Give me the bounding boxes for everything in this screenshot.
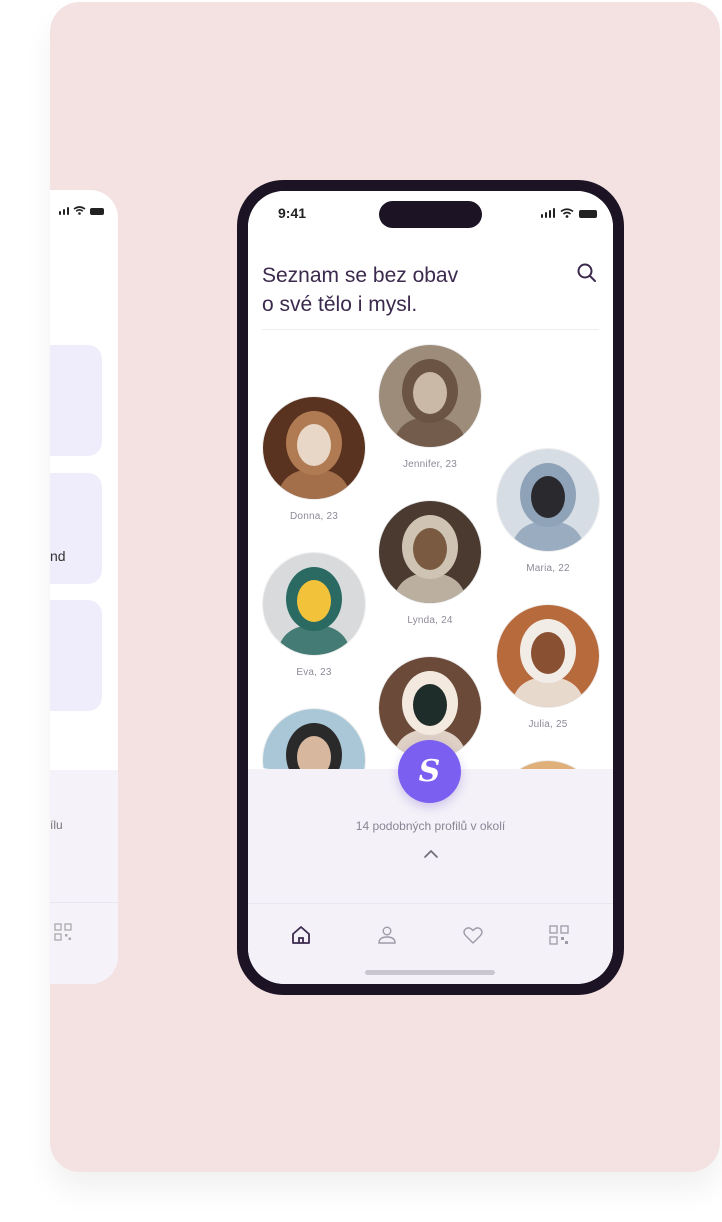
profile-card-julia[interactable]: Julia, 25 — [496, 604, 600, 730]
qr-icon[interactable] — [547, 923, 571, 947]
profile-photo — [497, 605, 599, 707]
nearby-count-text: 14 podobných profilů v okolí — [355, 819, 506, 833]
avatar — [262, 396, 366, 500]
home-indicator — [365, 970, 495, 975]
search-icon[interactable] — [575, 261, 599, 285]
profile-photo — [497, 761, 599, 769]
chevron-up-icon[interactable] — [422, 848, 440, 860]
header-divider — [262, 329, 599, 330]
wifi-icon — [73, 206, 86, 215]
title-line-2: o své tělo i mysl. — [262, 293, 418, 316]
profile-name: Donna, 23 — [290, 511, 338, 522]
phone-frame: 9:41 Seznam se bez obav o své tělo i mys… — [237, 180, 624, 995]
left-card-1[interactable] — [50, 345, 102, 456]
profile-name: Jennifer, 23 — [402, 459, 458, 470]
avatar — [378, 500, 482, 604]
profile-card-9[interactable] — [496, 760, 600, 769]
dynamic-island — [379, 201, 482, 228]
left-nav-divider — [50, 902, 118, 903]
profile-card-8[interactable] — [262, 708, 366, 769]
profile-photo — [263, 709, 365, 769]
profile-card-maria[interactable]: Maria, 22 — [496, 448, 600, 574]
heart-icon[interactable] — [461, 923, 485, 947]
qr-icon[interactable] — [54, 923, 72, 941]
title-line-1: Seznam se bez obav — [262, 264, 459, 287]
battery-icon — [90, 208, 104, 215]
profile-name: Eva, 23 — [296, 667, 332, 678]
bottom-nav — [248, 915, 613, 955]
profile-photo — [379, 501, 481, 603]
nav-divider — [248, 903, 613, 904]
profile-photo — [497, 449, 599, 551]
profile-card-eva[interactable]: Eva, 23 — [262, 552, 366, 678]
page-title: Seznam se bez obav o své tělo i mysl. — [262, 261, 522, 319]
signal-icon — [541, 208, 555, 218]
avatar — [262, 708, 366, 769]
logo-button[interactable]: S — [398, 740, 461, 803]
profile-card-jennifer[interactable]: Jennifer, 23 — [378, 344, 482, 470]
left-card-text: nd — [50, 548, 66, 564]
wifi-icon — [560, 208, 574, 218]
avatar — [262, 552, 366, 656]
left-card-2[interactable] — [50, 473, 102, 584]
avatar — [496, 604, 600, 708]
left-count-text: ílu — [50, 818, 63, 832]
profile-name: Julia, 25 — [528, 719, 568, 730]
status-time: 9:41 — [278, 205, 307, 221]
profile-photo — [379, 345, 481, 447]
status-icons — [541, 208, 597, 218]
avatar — [496, 760, 600, 769]
avatar — [378, 344, 482, 448]
profile-icon[interactable] — [375, 923, 399, 947]
left-phone-preview: nd ílu — [50, 190, 118, 984]
home-icon[interactable] — [289, 923, 313, 947]
phone-screen: 9:41 Seznam se bez obav o své tělo i mys… — [248, 191, 613, 984]
profile-name: Maria, 22 — [526, 563, 570, 574]
battery-icon — [579, 210, 597, 218]
left-status-icons — [59, 206, 104, 215]
left-bottom-sheet — [50, 770, 118, 984]
avatar — [496, 448, 600, 552]
status-bar: 9:41 — [248, 191, 613, 235]
signal-icon — [59, 207, 69, 215]
profile-card-donna[interactable]: Donna, 23 — [262, 396, 366, 522]
profile-name: Lynda, 24 — [407, 615, 453, 626]
profile-photo — [263, 553, 365, 655]
profiles-area: 9:41 Seznam se bez obav o své tělo i mys… — [248, 191, 613, 769]
profile-card-lynda[interactable]: Lynda, 24 — [378, 500, 482, 626]
profile-photo — [263, 397, 365, 499]
left-card-3[interactable] — [50, 600, 102, 711]
